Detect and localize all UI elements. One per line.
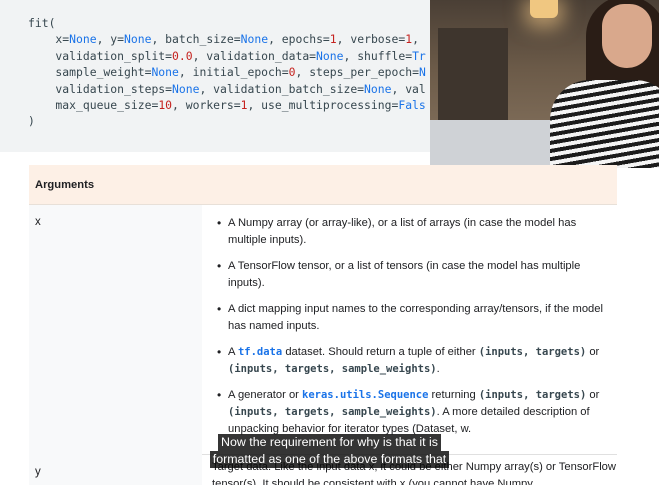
bullet-segment: (inputs, targets, sample_weights) [228, 363, 437, 375]
code-segment: , val [391, 81, 426, 96]
bullet-segment: or [586, 389, 600, 401]
argument-name-cell: x [29, 205, 202, 455]
argument-x-bullet: A tf.data dataset. Should return a tuple… [217, 344, 612, 378]
bullet-segment[interactable]: keras.utils.Sequence [302, 389, 428, 401]
bullet-segment: A generator or [228, 389, 303, 401]
code-segment: None [240, 32, 269, 47]
bullet-segment: dataset. Should return a tuple of either [282, 346, 479, 358]
code-segment: Fals [398, 97, 426, 112]
code-segment: validation_split= [28, 48, 173, 63]
code-segment: None [316, 48, 344, 63]
code-segment: , batch_size= [151, 32, 241, 47]
code-segment: 10 [158, 97, 173, 112]
argument-name-x: x [35, 216, 41, 228]
bullet-segment: A [228, 346, 238, 358]
code-segment: , validation_data= [192, 48, 317, 63]
code-segment: max_queue_size= [28, 97, 159, 112]
presenter-video-overlay[interactable] [430, 0, 659, 168]
bullet-segment[interactable]: tf.data [238, 346, 282, 358]
argument-x-description-list: A Numpy array (or array-like), or a list… [217, 215, 612, 447]
bullet-segment: A Numpy array (or array-like), or a list… [228, 217, 577, 246]
bullet-segment: A dict mapping input names to the corres… [228, 303, 603, 332]
bullet-segment: or [586, 346, 600, 358]
caption-line-1: Now the requirement for why is that it i… [218, 434, 441, 451]
caption-line-2: formatted as one of the above formats th… [209, 451, 450, 468]
code-segment: None [364, 81, 392, 96]
bullet-segment: (inputs, targets, sample_weights) [228, 406, 437, 418]
bullet-segment: returning [428, 389, 479, 401]
bullet-segment: . [436, 363, 440, 375]
code-segment: , validation_batch_size= [199, 81, 365, 96]
code-segment: 0.0 [172, 48, 193, 63]
code-segment: , epochs= [268, 32, 330, 47]
code-segment: , steps_per_epoch= [295, 65, 419, 80]
argument-x-bullet: A Numpy array (or array-like), or a list… [217, 215, 612, 249]
argument-x-bullet: A dict mapping input names to the corres… [217, 301, 612, 335]
arguments-header: Arguments [29, 165, 617, 205]
code-segment: , shuffle= [343, 48, 413, 63]
code-segment: None [151, 65, 179, 80]
bullet-segment: A TensorFlow tensor, or a list of tensor… [228, 260, 581, 289]
code-segment: ) [28, 114, 35, 129]
code-segment: validation_steps= [28, 81, 173, 96]
code-segment: , verbose= [336, 32, 406, 47]
code-segment: None [172, 81, 200, 96]
code-segment: , [412, 32, 419, 47]
presenter-face [602, 4, 652, 68]
code-segment: N [418, 65, 426, 80]
bullet-segment: (inputs, targets) [478, 346, 587, 358]
argument-x-bullet: A TensorFlow tensor, or a list of tensor… [217, 258, 612, 292]
code-segment: , y= [96, 32, 125, 47]
argument-row-x: x A Numpy array (or array-like), or a li… [29, 205, 617, 455]
argument-x-bullet: A generator or keras.utils.Sequence retu… [217, 387, 612, 438]
code-segment: , initial_epoch= [178, 65, 289, 80]
code-segment: x= [28, 32, 70, 47]
ceiling-lamp [530, 0, 558, 18]
code-segment: None [124, 32, 152, 47]
bullet-segment: (inputs, targets) [478, 389, 587, 401]
presenter-striped-shirt [550, 80, 659, 168]
code-segment: , workers= [172, 97, 241, 112]
video-captions: Now the requirement for why is that it i… [0, 434, 659, 468]
code-segment: 1 [329, 32, 337, 47]
code-segment: fit( [28, 16, 56, 30]
code-segment: , use_multiprocessing= [247, 97, 399, 112]
code-segment: sample_weight= [28, 65, 152, 80]
code-segment: Tr [412, 48, 426, 63]
code-segment: None [69, 32, 97, 47]
